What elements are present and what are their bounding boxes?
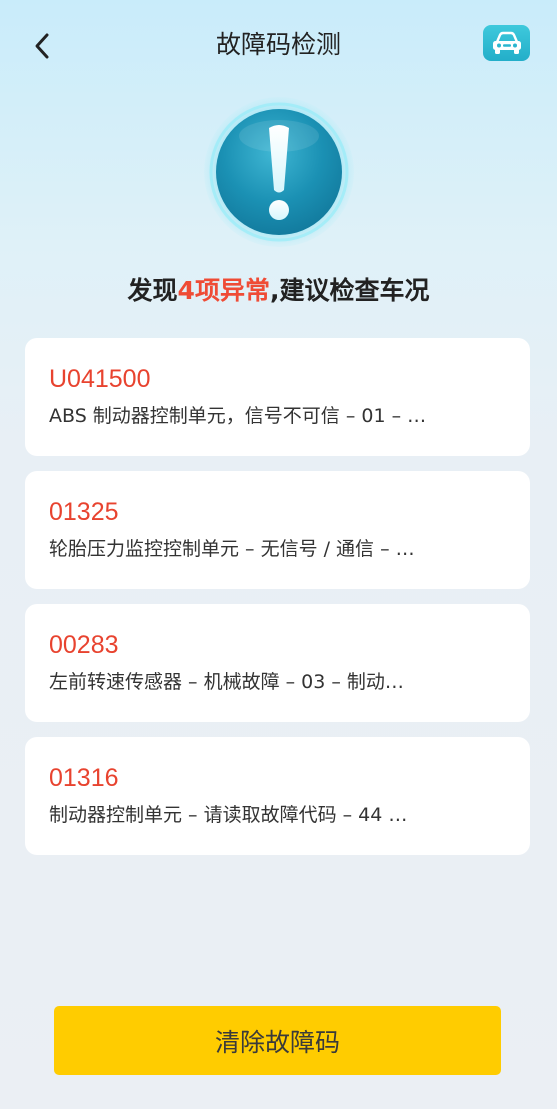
- fault-description: 制动器控制单元 – 请读取故障代码 – 44 …: [49, 804, 408, 826]
- fault-list: U041500 ABS 制动器控制单元，信号不可信 – 01 – … 01325…: [25, 338, 530, 870]
- fault-code: 01325: [49, 498, 119, 526]
- alert-graphic: [203, 96, 355, 248]
- exclamation-icon: [204, 97, 354, 247]
- summary-prefix: 发现: [127, 276, 178, 305]
- fault-code: 00283: [49, 631, 119, 659]
- fault-description: ABS 制动器控制单元，信号不可信 – 01 – …: [49, 405, 427, 427]
- fault-code: 01316: [49, 764, 119, 792]
- summary-suffix: ,建议检查车况: [269, 276, 430, 305]
- fault-card[interactable]: 01316 制动器控制单元 – 请读取故障代码 – 44 …: [25, 737, 530, 855]
- anomaly-count: 4项异常: [177, 276, 270, 305]
- fault-code: U041500: [49, 365, 151, 393]
- fault-description: 左前转速传感器 – 机械故障 – 03 – 制动…: [49, 671, 404, 693]
- clear-codes-button[interactable]: 清除故障码: [54, 1006, 501, 1075]
- fault-description: 轮胎压力监控控制单元 – 无信号 / 通信 – …: [49, 538, 415, 560]
- nav-bar: 故障码检测: [0, 0, 557, 90]
- summary-headline: 发现4项异常,建议检查车况: [0, 273, 557, 309]
- fault-card[interactable]: 01325 轮胎压力监控控制单元 – 无信号 / 通信 – …: [25, 471, 530, 589]
- fault-card[interactable]: 00283 左前转速传感器 – 机械故障 – 03 – 制动…: [25, 604, 530, 722]
- car-icon: [492, 31, 521, 54]
- page-title: 故障码检测: [215, 30, 341, 59]
- car-button[interactable]: [483, 25, 530, 61]
- fault-card[interactable]: U041500 ABS 制动器控制单元，信号不可信 – 01 – …: [25, 338, 530, 456]
